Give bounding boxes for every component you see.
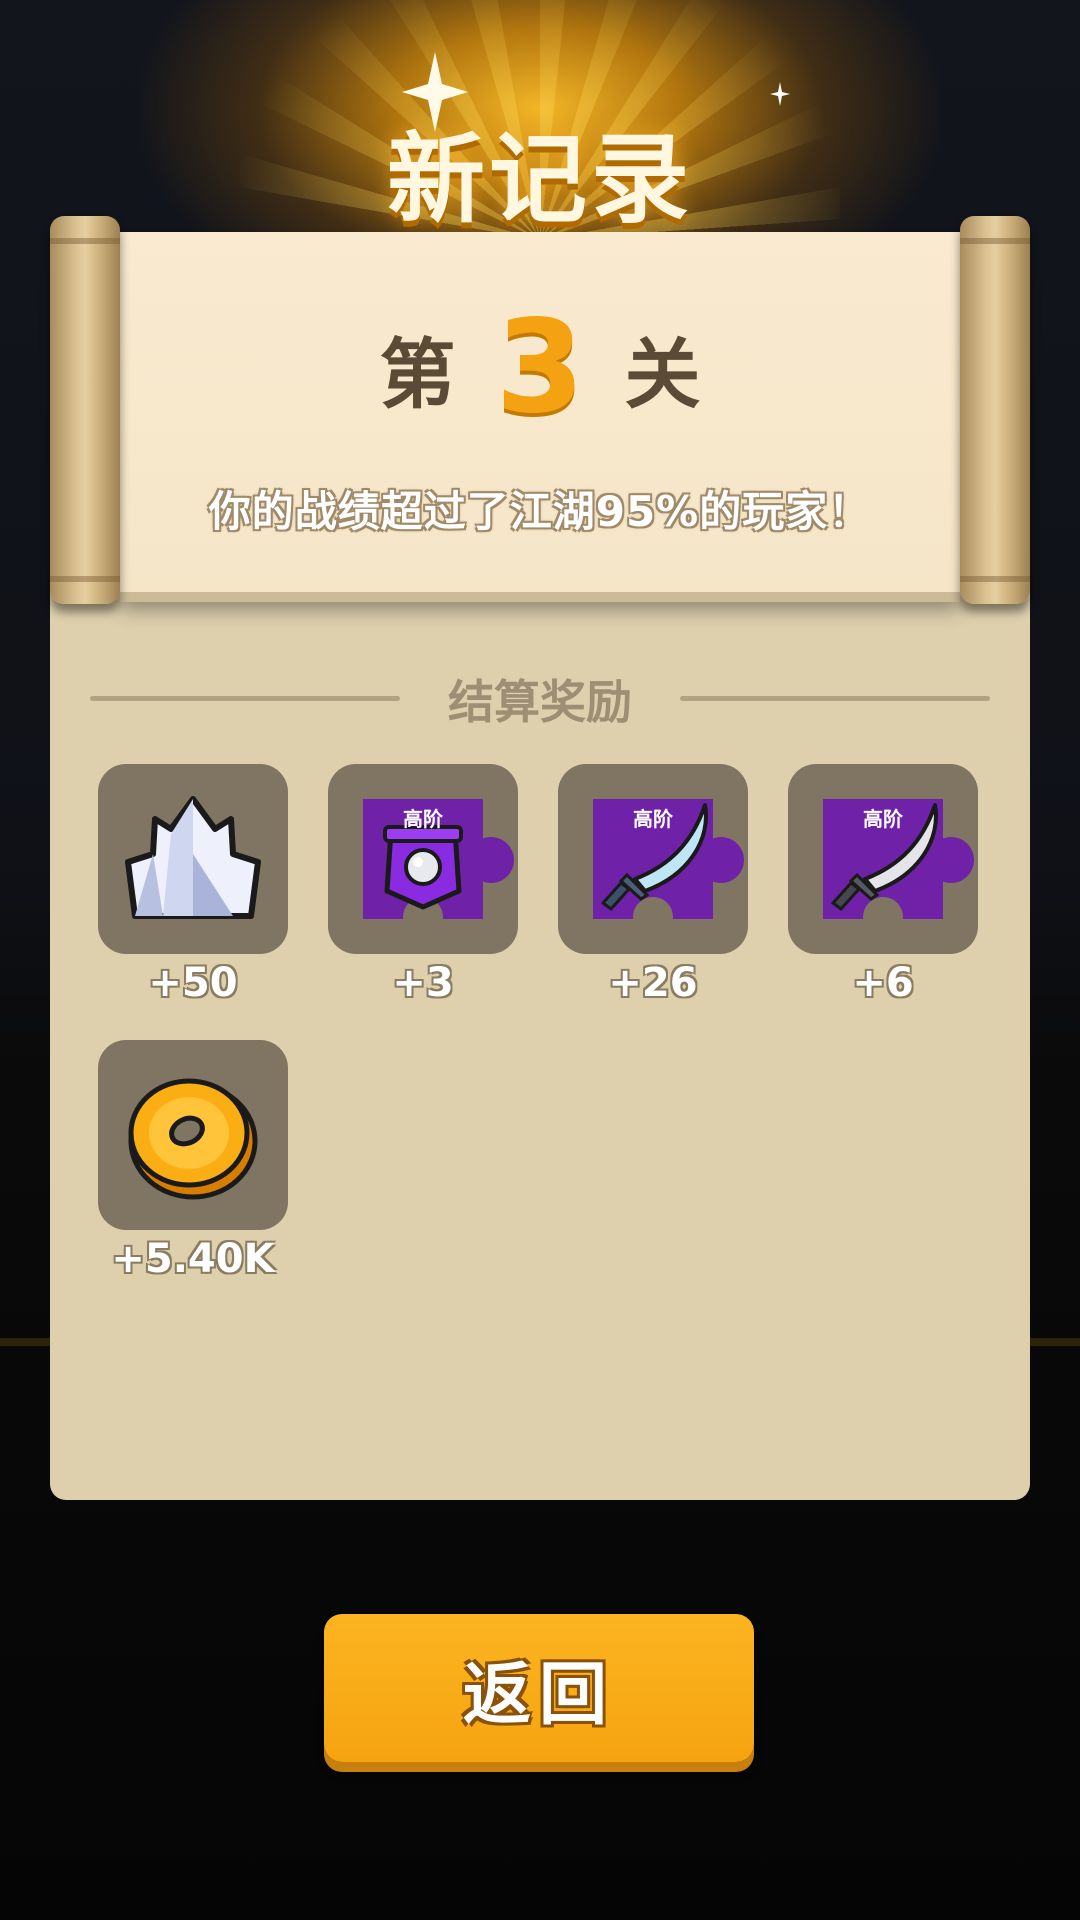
silver-saber-shard-icon: 高阶 [823, 799, 974, 937]
reward-slot [98, 1040, 288, 1230]
reward-item[interactable]: +5.40K [98, 1040, 288, 1282]
ice-saber-shard-icon: 高阶 [593, 799, 744, 937]
tier-label: 高阶 [403, 807, 443, 831]
reward-item[interactable]: 高阶 +3 [328, 764, 518, 1006]
armor-shard-icon: 高阶 [363, 799, 514, 937]
level-indicator: 第 3 关 [0, 298, 1080, 438]
reward-slot: 高阶 [788, 764, 978, 954]
rank-message: 你的战绩超过了江湖95%的玩家！ [208, 487, 872, 536]
rewards-section-title: 结算奖励 [448, 675, 632, 729]
tier-label: 高阶 [863, 807, 903, 831]
reward-item[interactable]: 高阶 +26 [558, 764, 748, 1006]
reward-slot: 高阶 [558, 764, 748, 954]
reward-count: +3 [392, 960, 454, 1006]
reward-count: +5.40K [111, 1236, 275, 1282]
new-record-title: 新记录 [386, 123, 693, 237]
level-prefix: 第 [379, 330, 456, 419]
return-button-label: 返回 [462, 1655, 615, 1735]
reward-slot: 高阶 [328, 764, 518, 954]
reward-count: +50 [148, 960, 238, 1006]
level-suffix: 关 [624, 330, 701, 419]
reward-count: +6 [852, 960, 914, 1006]
level-number: 3 [495, 293, 585, 442]
gold-coin-icon [128, 1078, 258, 1200]
reward-count: +26 [608, 960, 698, 1006]
crystal-icon [125, 796, 261, 919]
reward-item[interactable]: +50 [98, 764, 288, 1006]
tier-label: 高阶 [633, 807, 673, 831]
reward-slot [98, 764, 288, 954]
return-button[interactable]: 返回 [324, 1614, 754, 1762]
reward-item[interactable]: 高阶 +6 [788, 764, 978, 1006]
